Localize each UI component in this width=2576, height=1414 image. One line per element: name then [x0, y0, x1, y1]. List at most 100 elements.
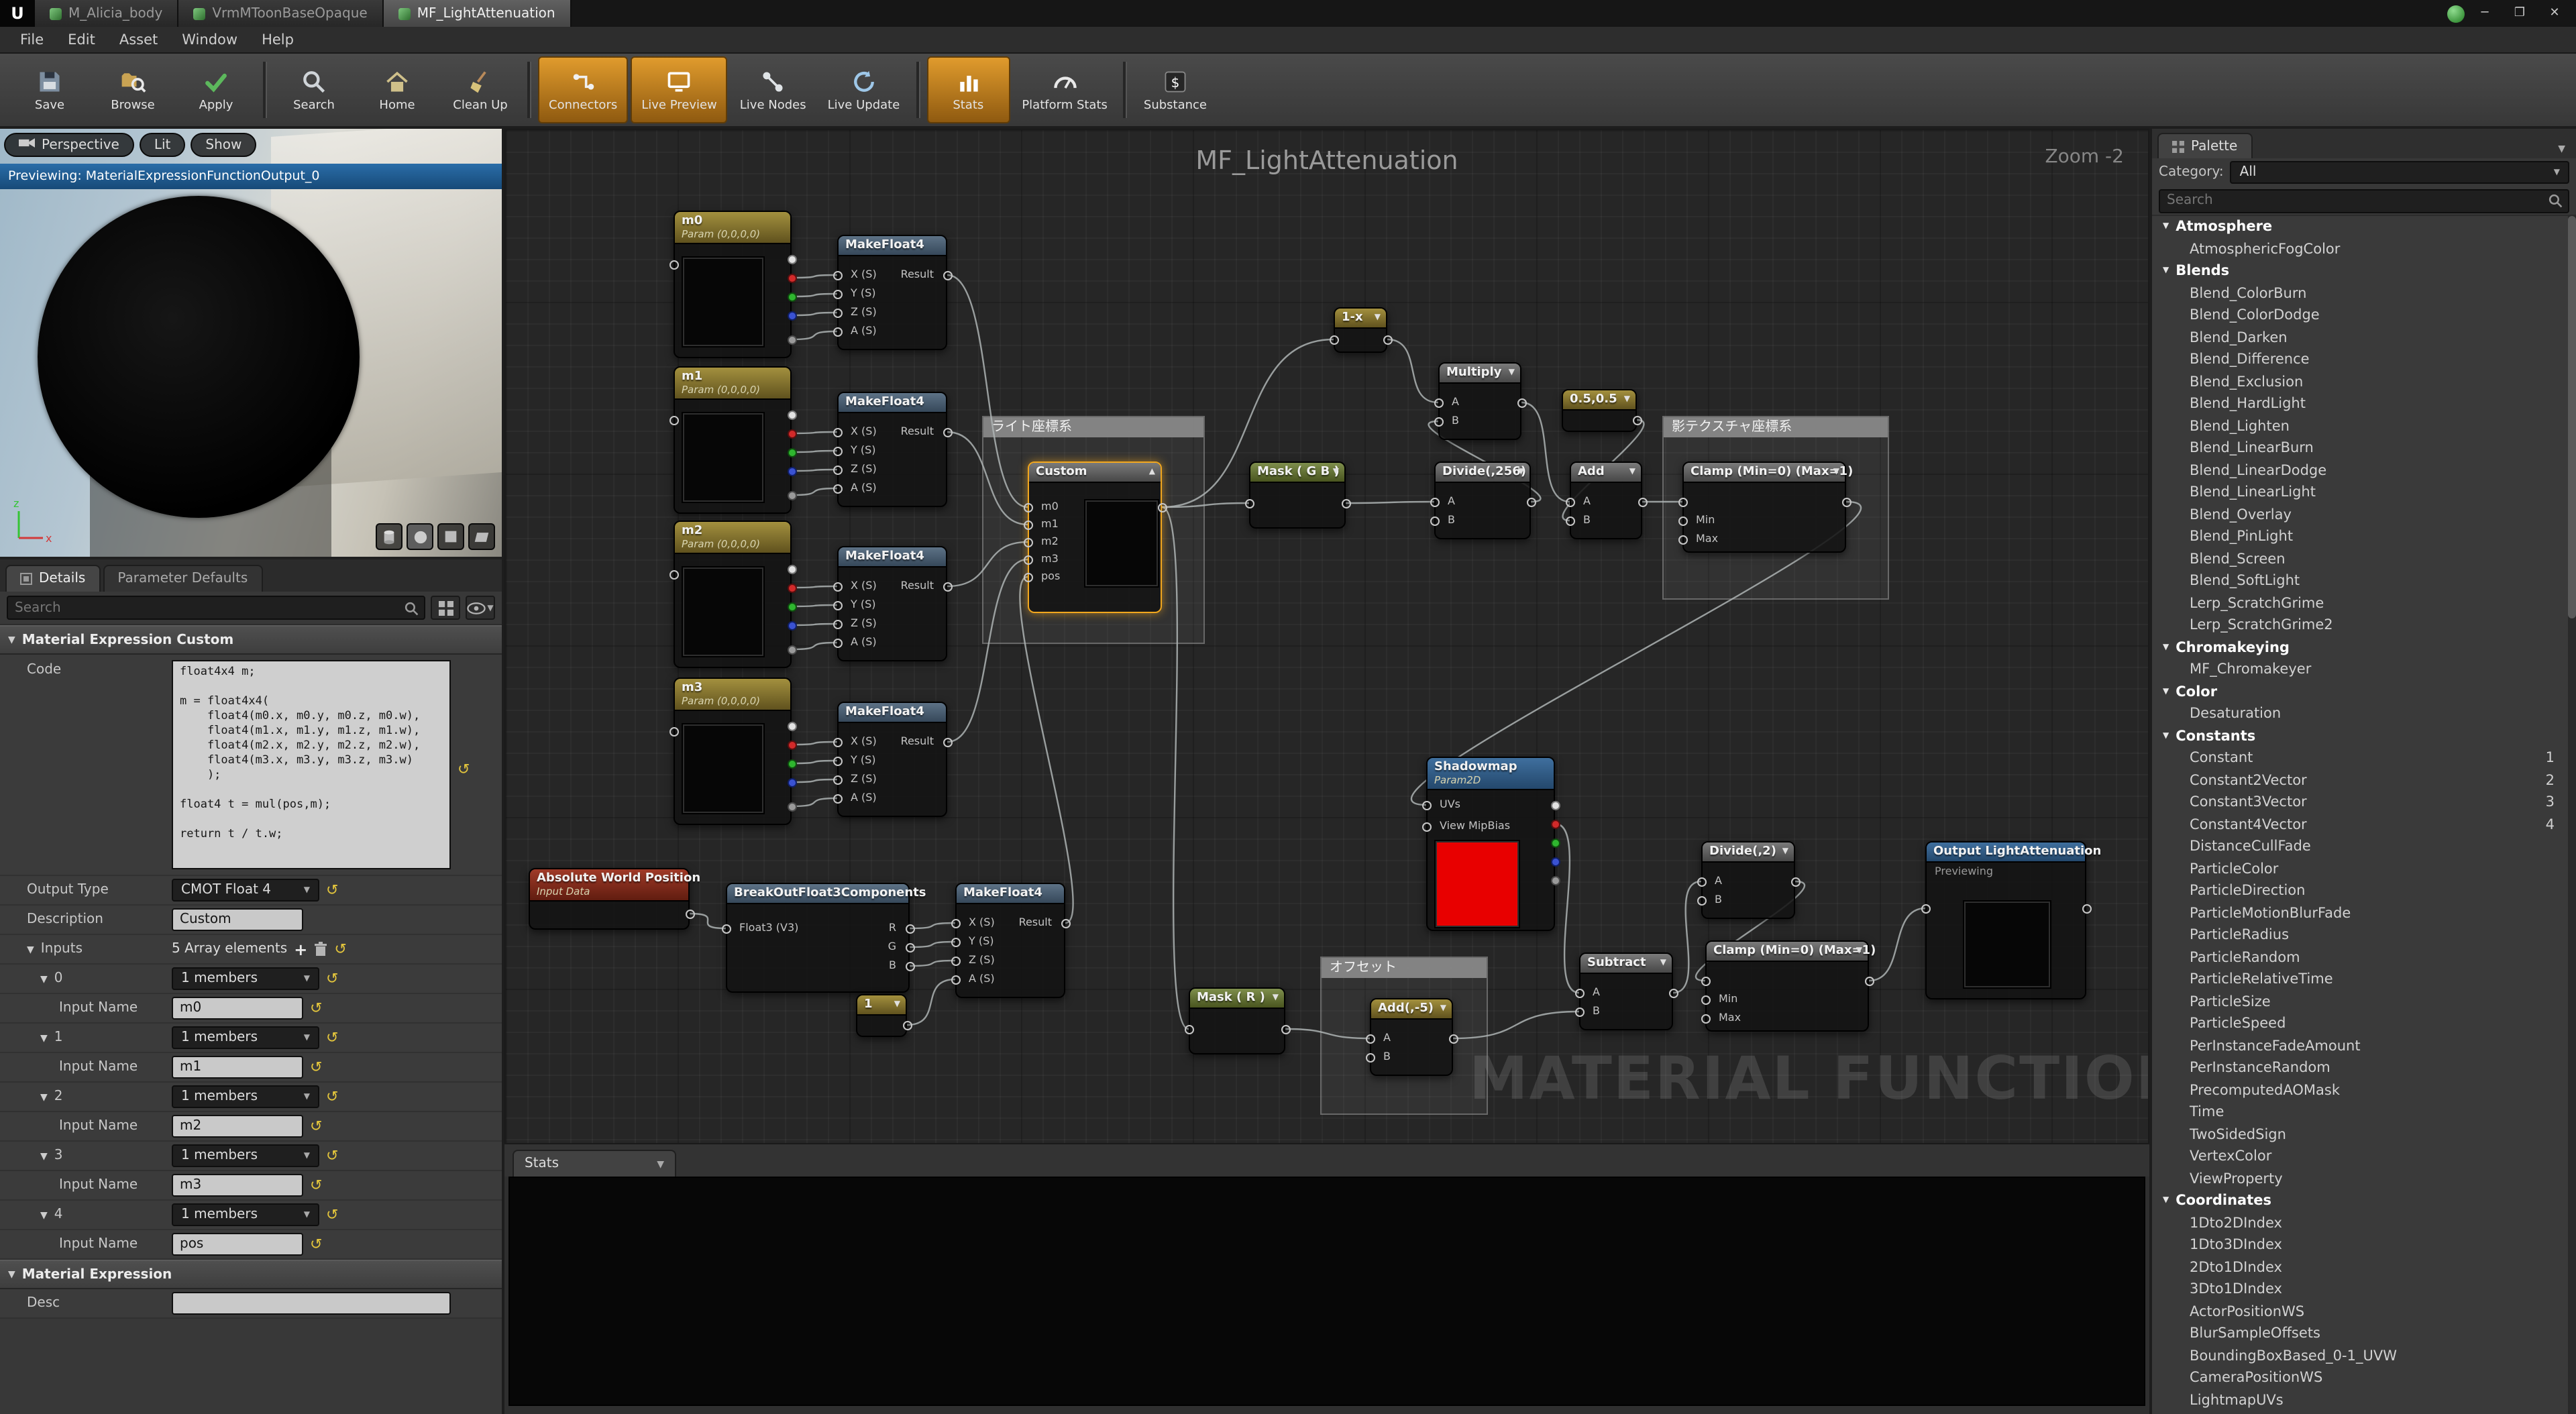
pin[interactable]: [788, 429, 797, 439]
pin[interactable]: [951, 919, 961, 928]
node-mask-r[interactable]: Mask ( R )▼: [1189, 987, 1285, 1054]
palette-item-constant4vector[interactable]: Constant4Vector4: [2152, 814, 2576, 836]
reset-icon[interactable]: ↺: [326, 883, 338, 898]
collapse-icon[interactable]: ▼: [1518, 467, 1524, 476]
pin[interactable]: [1245, 499, 1254, 508]
pin[interactable]: [788, 802, 797, 812]
reset-icon[interactable]: ↺: [458, 761, 470, 776]
pin[interactable]: [1434, 417, 1444, 427]
pin[interactable]: [669, 570, 679, 580]
pin[interactable]: [788, 467, 797, 476]
save-button[interactable]: Save: [9, 58, 90, 122]
pin[interactable]: [1575, 1008, 1585, 1017]
window-tab-mf-lightattenuation[interactable]: MF_LightAttenuation: [384, 0, 572, 27]
palette-item-blend-lighten[interactable]: Blend_Lighten: [2152, 415, 2576, 437]
pin[interactable]: [1678, 498, 1688, 507]
delete-elements-icon[interactable]: [314, 936, 327, 962]
node-shadowmap[interactable]: ShadowmapParam2DUVsView MipBias: [1426, 757, 1555, 931]
collapse-icon[interactable]: ▼: [1509, 368, 1515, 377]
pin[interactable]: [1701, 977, 1711, 986]
platform-stats-button[interactable]: Platform Stats: [1012, 58, 1117, 122]
pin[interactable]: [669, 260, 679, 270]
graph-canvas[interactable]: MF_LightAttenuation Zoom -2 MATERIAL FUN…: [504, 129, 2149, 1144]
input-0-name-field[interactable]: m0: [172, 997, 303, 1020]
palette-item-particleradius[interactable]: ParticleRadius: [2152, 924, 2576, 946]
pin[interactable]: [1342, 499, 1351, 508]
node-subtract[interactable]: Subtract▼AB: [1579, 953, 1673, 1030]
pin[interactable]: [788, 759, 797, 769]
palette-item-blend-hardlight[interactable]: Blend_HardLight: [2152, 393, 2576, 415]
palette-item-lightmapuvs[interactable]: LightmapUVs: [2152, 1389, 2576, 1411]
pin[interactable]: [788, 255, 797, 264]
add-element-icon[interactable]: +: [294, 942, 307, 956]
viewport-button-lit[interactable]: Lit: [140, 133, 186, 157]
pin[interactable]: [833, 738, 843, 747]
pin[interactable]: [1697, 877, 1707, 887]
node-divide-256[interactable]: Divide(,256)▼AB: [1434, 461, 1531, 539]
palette-item-blend-linearlight[interactable]: Blend_LinearLight: [2152, 482, 2576, 504]
palette-category-constants[interactable]: ▼Constants: [2152, 725, 2576, 747]
section-header-expression[interactable]: ▼ Material Expression: [0, 1260, 502, 1289]
pin[interactable]: [1551, 801, 1560, 810]
pin[interactable]: [1551, 838, 1560, 848]
palette-item-vertexcolor[interactable]: VertexColor: [2152, 1146, 2576, 1168]
palette-item-time[interactable]: Time: [2152, 1101, 2576, 1124]
node-m3[interactable]: m3Param (0,0,0,0): [674, 677, 792, 825]
collapse-icon[interactable]: ▲: [1149, 467, 1155, 476]
palette-item-blend-screen[interactable]: Blend_Screen: [2152, 548, 2576, 570]
pin[interactable]: [833, 601, 843, 610]
pin[interactable]: [1185, 1025, 1194, 1034]
collapse-icon[interactable]: ▼: [1856, 946, 1862, 955]
palette-item-perinstancefadeamount[interactable]: PerInstanceFadeAmount: [2152, 1035, 2576, 1057]
close-button[interactable]: ✕: [2540, 3, 2569, 24]
sphere-mesh-button[interactable]: [407, 523, 433, 550]
connectors-button[interactable]: Connectors: [538, 56, 628, 123]
pin[interactable]: [833, 271, 843, 280]
pin[interactable]: [1791, 877, 1801, 887]
palette-item-actorpositionws[interactable]: ActorPositionWS: [2152, 1301, 2576, 1323]
collapse-icon[interactable]: ▼: [1833, 467, 1839, 476]
palette-item-blend-difference[interactable]: Blend_Difference: [2152, 349, 2576, 371]
input-4-name-field[interactable]: pos: [172, 1233, 303, 1256]
plane-mesh-button[interactable]: [468, 523, 495, 550]
node-1[interactable]: 1▼: [856, 994, 907, 1037]
cylinder-mesh-button[interactable]: [376, 523, 402, 550]
palette-item-boundingboxbased-0-1-uvw[interactable]: BoundingBoxBased_0-1_UVW: [2152, 1345, 2576, 1367]
palette-category-blends[interactable]: ▼Blends: [2152, 260, 2576, 282]
menu-asset[interactable]: Asset: [107, 32, 170, 48]
pin[interactable]: [833, 447, 843, 456]
input-2-name-field[interactable]: m2: [172, 1115, 303, 1138]
pin[interactable]: [833, 794, 843, 804]
menu-file[interactable]: File: [8, 32, 56, 48]
pin[interactable]: [1678, 516, 1688, 526]
scrollbar-thumb[interactable]: [2568, 216, 2576, 618]
viewport-button-show[interactable]: Show: [191, 133, 256, 157]
node-output-lightattenuation[interactable]: Output LightAttenuationPreviewing: [1925, 841, 2086, 999]
palette-item-particlecolor[interactable]: ParticleColor: [2152, 858, 2576, 880]
pin[interactable]: [1551, 857, 1560, 867]
node-makefloat4-5[interactable]: MakeFloat4X (S)Y (S)Z (S)A (S)Result: [955, 883, 1065, 998]
tab-palette[interactable]: Palette: [2157, 133, 2252, 158]
node-makefloat4-4[interactable]: MakeFloat4X (S)Y (S)Z (S)A (S)Result: [837, 702, 947, 817]
pin[interactable]: [1330, 335, 1339, 345]
palette-category-chromakeying[interactable]: ▼Chromakeying: [2152, 637, 2576, 659]
reset-icon[interactable]: ↺: [310, 1178, 322, 1193]
viewport-button-perspective[interactable]: Perspective: [4, 133, 134, 157]
code-field[interactable]: float4x4 m; m = float4x4( float4(m0.x, m…: [172, 660, 451, 869]
pin[interactable]: [1449, 1034, 1458, 1044]
palette-item-perinstancerandom[interactable]: PerInstanceRandom: [2152, 1057, 2576, 1079]
pin[interactable]: [788, 274, 797, 283]
pin[interactable]: [1638, 498, 1648, 507]
reset-icon[interactable]: ↺: [334, 942, 346, 957]
reset-icon[interactable]: ↺: [326, 1148, 338, 1163]
pin[interactable]: [788, 645, 797, 655]
pin[interactable]: [788, 741, 797, 750]
palette-item-particlesize[interactable]: ParticleSize: [2152, 991, 2576, 1013]
pin[interactable]: [722, 924, 731, 934]
input-1-name-field[interactable]: m1: [172, 1056, 303, 1079]
window-tab-m-alicia-body[interactable]: M_Alicia_body: [35, 0, 178, 27]
palette-item-blend-exclusion[interactable]: Blend_Exclusion: [2152, 371, 2576, 393]
collapse-icon[interactable]: ▼: [1375, 313, 1381, 322]
pin[interactable]: [1527, 498, 1536, 507]
pin[interactable]: [1701, 1014, 1711, 1024]
